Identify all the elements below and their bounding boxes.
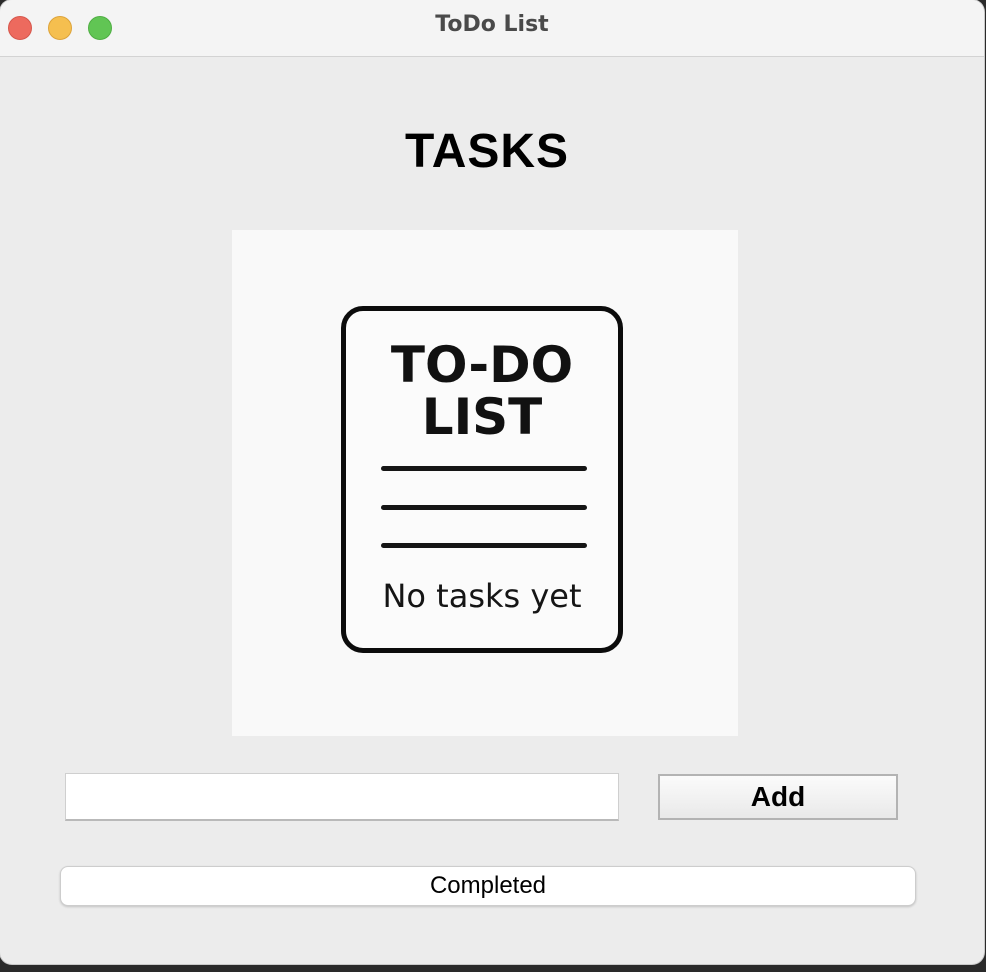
app-window: ToDo List TASKS TO-DO LIST No tasks yet … [0,0,984,964]
page-title: TASKS [404,125,570,178]
window-title: ToDo List [435,12,549,37]
todo-illustration: TO-DO LIST No tasks yet [232,230,738,736]
illustration-title: TO-DO LIST [390,336,574,446]
title-bar[interactable]: ToDo List [0,0,984,57]
illustration-line [381,543,587,548]
completed-button[interactable]: Completed [60,866,916,906]
empty-state-text: No tasks yet [382,577,582,615]
add-button[interactable]: Add [658,774,898,820]
illustration-line [381,466,587,471]
todo-list-document-icon: TO-DO LIST No tasks yet [341,306,623,653]
illustration-line [381,505,587,510]
task-input[interactable] [65,773,619,821]
